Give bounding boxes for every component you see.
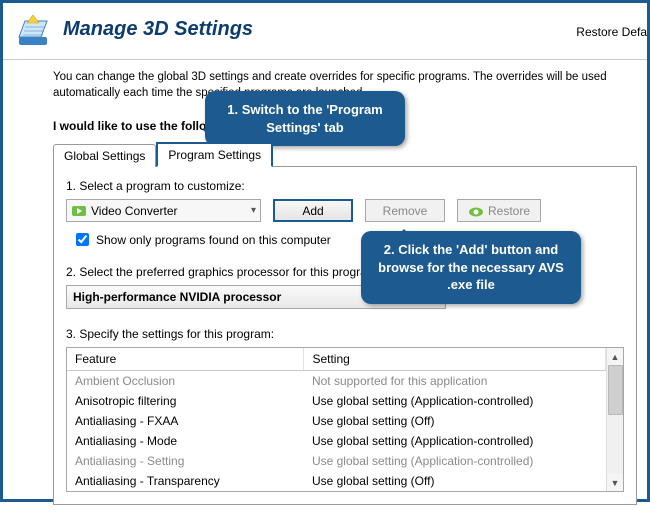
feature-cell: Ambient Occlusion [67,371,304,392]
tab-panel: 1. Select a program to customize: Video … [53,167,637,505]
settings-table: Feature Setting Ambient OcclusionNot sup… [67,348,606,491]
add-button[interactable]: Add [273,199,353,222]
table-row[interactable]: Antialiasing - SettingUse global setting… [67,451,606,471]
table-row[interactable]: Anisotropic filteringUse global setting … [67,391,606,411]
gpu-select-value: High-performance NVIDIA processor [73,290,281,304]
program-app-icon [71,203,87,219]
step3-label: 3. Specify the settings for this program… [66,327,624,341]
scroll-thumb[interactable] [608,365,623,415]
col-feature[interactable]: Feature [67,348,304,371]
show-only-found-input[interactable] [76,233,89,246]
chevron-down-icon: ▾ [251,205,256,216]
table-row[interactable]: Antialiasing - ModeUse global setting (A… [67,431,606,451]
step1-label: 1. Select a program to customize: [66,179,624,193]
setting-cell: Use global setting (Application-controll… [304,451,606,471]
program-select[interactable]: Video Converter ▾ [66,199,261,222]
feature-cell: Antialiasing - Transparency [67,471,304,491]
setting-cell: Use global setting (Application-controll… [304,391,606,411]
show-only-found-label: Show only programs found on this compute… [96,233,331,247]
setting-cell: Use global setting (Off) [304,411,606,431]
settings-table-wrap: Feature Setting Ambient OcclusionNot sup… [66,347,624,492]
feature-cell: Antialiasing - Mode [67,431,304,451]
table-row[interactable]: Antialiasing - FXAAUse global setting (O… [67,411,606,431]
annotation-callout-2: 2. Click the 'Add' button and browse for… [361,231,581,304]
col-setting[interactable]: Setting [304,348,606,371]
setting-cell: Not supported for this application [304,371,606,392]
nvidia-3d-logo-icon [13,9,53,49]
tab-program-settings[interactable]: Program Settings [156,142,273,167]
page-header: Manage 3D Settings Restore Defa [3,3,647,60]
feature-cell: Antialiasing - Setting [67,451,304,471]
feature-cell: Anisotropic filtering [67,391,304,411]
tab-global-settings[interactable]: Global Settings [53,144,156,167]
remove-button: Remove [365,199,445,222]
table-scrollbar[interactable]: ▲ ▼ [606,348,623,491]
scroll-down-button[interactable]: ▼ [607,474,623,491]
restore-defaults-link[interactable]: Restore Defa [576,25,647,39]
setting-cell: Use global setting (Application-controll… [304,431,606,451]
restore-button: Restore [457,199,541,222]
setting-cell: Use global setting (Off) [304,471,606,491]
feature-cell: Antialiasing - FXAA [67,411,304,431]
restore-button-label: Restore [488,204,530,218]
table-row[interactable]: Ambient OcclusionNot supported for this … [67,371,606,392]
page-title: Manage 3D Settings [63,18,253,41]
step1-controls: Video Converter ▾ Add Remove Restore [66,199,624,222]
scroll-up-button[interactable]: ▲ [607,348,623,365]
nvidia-eye-icon [468,206,484,216]
annotation-callout-1: 1. Switch to the 'Program Settings' tab [205,91,405,146]
program-select-value: Video Converter [91,204,178,218]
table-row[interactable]: Antialiasing - TransparencyUse global se… [67,471,606,491]
